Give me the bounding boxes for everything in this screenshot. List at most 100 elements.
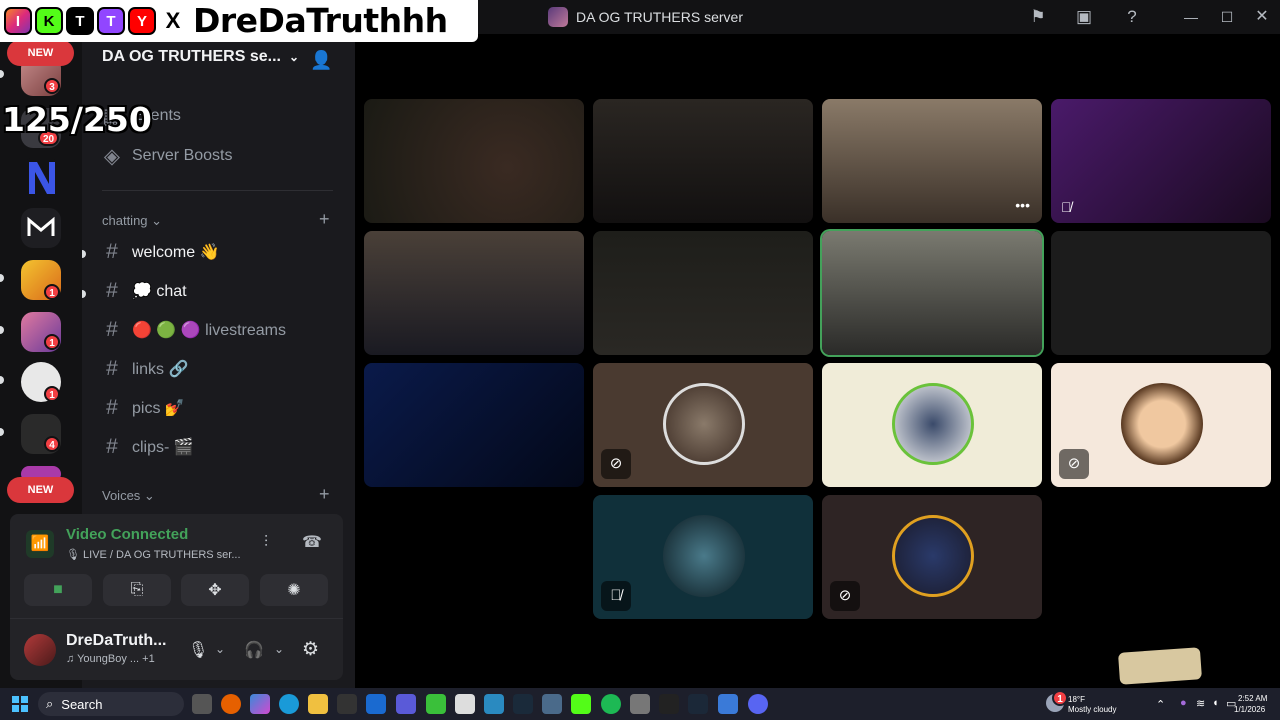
- weather-temp[interactable]: 18°F: [1068, 695, 1085, 704]
- app-icon[interactable]: [426, 694, 446, 714]
- app-icon[interactable]: [513, 694, 533, 714]
- channel-pics[interactable]: # pics 💅: [102, 392, 185, 424]
- firefox-icon[interactable]: [221, 694, 241, 714]
- avatar-tile[interactable]: ⊘: [822, 495, 1042, 619]
- video-tile[interactable]: [364, 99, 584, 223]
- clock-date[interactable]: 1/1/2026: [1234, 705, 1265, 714]
- channel-chat[interactable]: # 💭 chat: [102, 275, 186, 307]
- video-tile[interactable]: •••: [822, 99, 1042, 223]
- hashtag-icon: #: [106, 357, 118, 380]
- app-icon[interactable]: [455, 694, 475, 714]
- activities-button[interactable]: ✥: [181, 574, 249, 606]
- app-icon[interactable]: [630, 694, 650, 714]
- windows-start-icon[interactable]: [12, 696, 28, 712]
- add-channel-icon[interactable]: +: [319, 484, 330, 505]
- task-view-icon[interactable]: [192, 694, 212, 714]
- video-tile[interactable]: [593, 99, 813, 223]
- steam-icon[interactable]: [688, 694, 708, 714]
- video-tile[interactable]: [364, 231, 584, 355]
- kick-app-icon[interactable]: [571, 694, 591, 714]
- video-tile[interactable]: [364, 363, 584, 487]
- tray-app-icon[interactable]: ●: [1180, 697, 1187, 709]
- screen-share-button[interactable]: ⎘: [103, 574, 171, 606]
- m-server-icon[interactable]: [21, 208, 61, 248]
- inbox-icon[interactable]: ▣: [1073, 6, 1095, 28]
- add-channel-icon[interactable]: +: [319, 209, 330, 230]
- app-icon[interactable]: [484, 694, 504, 714]
- disconnect-icon[interactable]: ☎: [302, 532, 322, 552]
- category-voices[interactable]: Voices ⌄: [102, 488, 155, 504]
- hashtag-icon: #: [106, 318, 118, 341]
- user-name[interactable]: DreDaTruth...: [66, 632, 166, 650]
- copilot-icon[interactable]: [250, 694, 270, 714]
- category-chatting[interactable]: chatting ⌄: [102, 213, 162, 229]
- invite-people-icon[interactable]: 👤: [310, 50, 332, 71]
- noise-suppression-icon[interactable]: ⫶: [264, 534, 268, 552]
- voice-channel-name[interactable]: 🎙 LIVE / DA OG TRUTHERS ser...: [66, 548, 241, 561]
- avatar-tile[interactable]: ⊘: [593, 363, 813, 487]
- avatar-tile[interactable]: ⊘: [1051, 363, 1271, 487]
- spotify-icon[interactable]: [601, 694, 621, 714]
- search-icon: ⌕: [46, 696, 54, 711]
- new-unreads-pill-bottom[interactable]: NEW: [7, 477, 74, 503]
- maximize-button[interactable]: ☐: [1216, 6, 1238, 28]
- volume-icon[interactable]: ◖: [1212, 697, 1219, 709]
- avatar-tile[interactable]: [822, 363, 1042, 487]
- screen-share-icon: ⎘: [130, 581, 144, 598]
- server-boosts-item[interactable]: ◈ Server Boosts: [102, 140, 233, 172]
- channel-label: clips- 🎬: [132, 439, 194, 456]
- avatar-tile[interactable]: 🎙̸: [593, 495, 813, 619]
- voice-status[interactable]: Video Connected: [66, 526, 188, 543]
- signal-icon[interactable]: 📶: [26, 530, 54, 558]
- minimize-button[interactable]: —: [1180, 6, 1202, 28]
- twitch-icon: T: [97, 7, 125, 35]
- unread-pill: [0, 428, 4, 436]
- hashtag-icon: #: [106, 435, 118, 458]
- store-icon[interactable]: [337, 694, 357, 714]
- channel-welcome[interactable]: # welcome 👋: [102, 236, 219, 268]
- discord-icon[interactable]: [748, 694, 768, 714]
- more-options-icon[interactable]: •••: [1015, 197, 1030, 213]
- n-server-icon[interactable]: [21, 158, 61, 198]
- server-header[interactable]: DA OG TRUTHERS se... ⌄: [102, 48, 299, 66]
- gear-icon[interactable]: ⚙: [302, 638, 319, 661]
- video-tile[interactable]: [593, 231, 813, 355]
- clock-time[interactable]: 2:52 AM: [1238, 694, 1267, 703]
- chevron-down-icon[interactable]: ⌄: [215, 642, 225, 656]
- channel-livestreams[interactable]: # 🔴 🟢 🟣 livestreams: [102, 314, 286, 346]
- video-tile[interactable]: [1051, 231, 1271, 355]
- weather-desc[interactable]: Mostly cloudy: [1068, 705, 1116, 714]
- weather-badge: 1: [1052, 690, 1068, 706]
- avatar: [1121, 383, 1203, 465]
- category-label: chatting: [102, 213, 148, 228]
- new-unreads-pill-top[interactable]: NEW: [7, 40, 74, 66]
- epic-games-icon[interactable]: [659, 694, 679, 714]
- streamer-logo: [1115, 645, 1205, 687]
- avatar[interactable]: [24, 634, 56, 666]
- wifi-icon[interactable]: ≋: [1196, 697, 1205, 710]
- app-icon[interactable]: [542, 694, 562, 714]
- file-explorer-icon[interactable]: [308, 694, 328, 714]
- teams-icon[interactable]: [396, 694, 416, 714]
- help-icon[interactable]: ?: [1121, 6, 1143, 28]
- channel-label: links 🔗: [132, 361, 189, 378]
- camera-button[interactable]: ■: [24, 574, 92, 606]
- app-icon[interactable]: [718, 694, 738, 714]
- headphones-icon[interactable]: 🎧: [244, 640, 264, 660]
- video-tile[interactable]: 🎙̸: [1051, 99, 1271, 223]
- channel-clips[interactable]: # clips- 🎬: [102, 431, 194, 463]
- channel-links[interactable]: # links 🔗: [102, 353, 188, 385]
- muted-mic-icon: 🎙̸: [601, 581, 631, 611]
- inbox-flag-icon[interactable]: ⚑: [1027, 6, 1049, 28]
- video-tile-speaking[interactable]: [822, 231, 1042, 355]
- edge-icon[interactable]: [279, 694, 299, 714]
- microphone-icon[interactable]: 🎙: [188, 640, 208, 660]
- outlook-icon[interactable]: [366, 694, 386, 714]
- chevron-up-icon[interactable]: ⌃: [1156, 698, 1165, 711]
- chevron-down-icon[interactable]: ⌄: [274, 642, 284, 656]
- camera-icon: ■: [53, 581, 63, 598]
- close-button[interactable]: ✕: [1251, 6, 1273, 28]
- instagram-icon: I: [4, 7, 32, 35]
- soundboard-button[interactable]: ✺: [260, 574, 328, 606]
- search-box[interactable]: ⌕ Search: [38, 692, 184, 716]
